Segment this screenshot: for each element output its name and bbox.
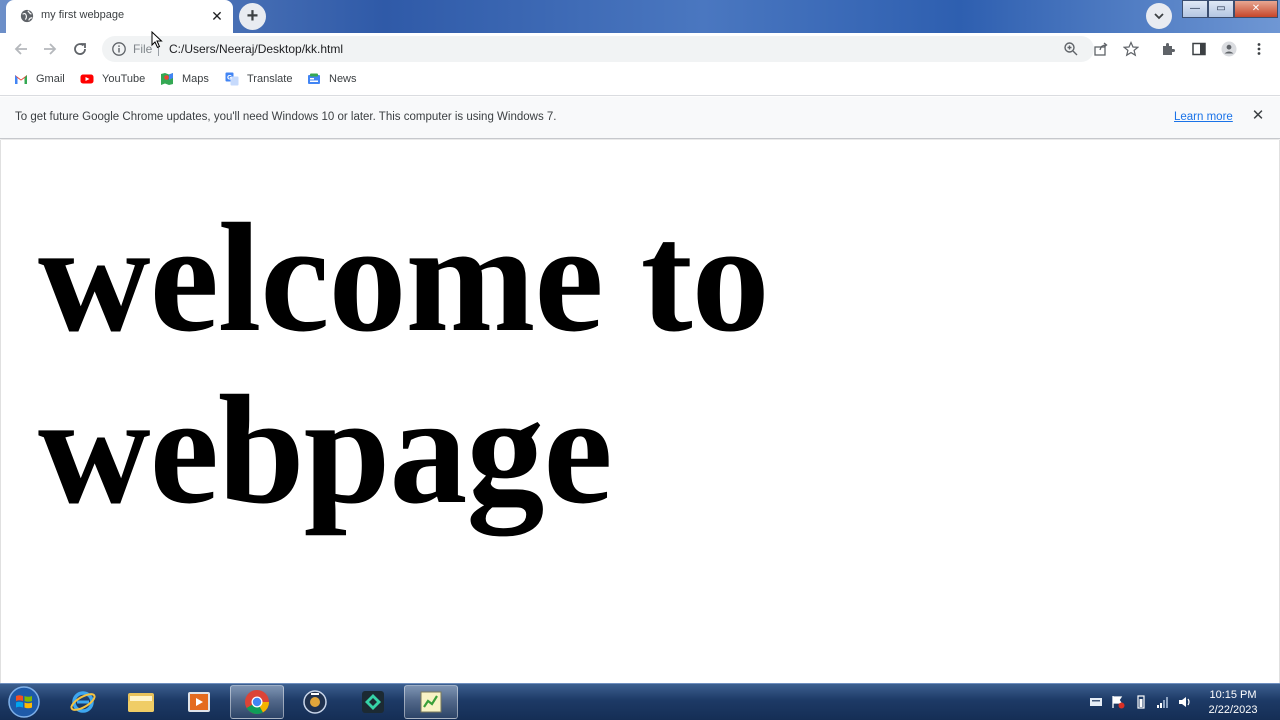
youtube-icon: [80, 74, 94, 84]
tab-close-icon[interactable]: ✕: [209, 8, 225, 24]
translate-icon: G: [225, 72, 239, 86]
profile-avatar-icon[interactable]: [1221, 41, 1237, 57]
address-bar[interactable]: File C:/Users/Neeraj/Desktop/kk.html: [102, 36, 1139, 62]
infobar-close-icon[interactable]: ✕: [1250, 108, 1266, 124]
gmail-icon: [15, 75, 27, 84]
page-content: welcome to webpage: [0, 140, 1280, 683]
back-arrow-icon[interactable]: [11, 39, 31, 59]
bookmark-youtube[interactable]: YouTube: [80, 71, 145, 87]
learn-more-link[interactable]: Learn more: [1174, 111, 1233, 123]
system-clock[interactable]: 10:15 PM 2/22/2023: [1198, 688, 1268, 718]
bookmark-news[interactable]: News: [307, 71, 357, 87]
taskbar-media-player[interactable]: [172, 685, 226, 719]
kebab-menu-icon[interactable]: [1251, 41, 1267, 57]
video-editor-icon: [362, 691, 384, 713]
bookmark-label: Gmail: [36, 73, 65, 85]
page-heading: welcome to webpage: [38, 191, 770, 536]
bookmark-label: Maps: [182, 73, 209, 85]
tab-title: my first webpage: [41, 9, 125, 21]
reload-icon[interactable]: [70, 39, 90, 59]
taskbar-internet-explorer[interactable]: [56, 685, 110, 719]
taskbar-filmora[interactable]: [346, 685, 400, 719]
address-url[interactable]: C:/Users/Neeraj/Desktop/kk.html: [169, 42, 343, 56]
windows-start-icon[interactable]: [4, 685, 44, 719]
taskbar-notepad-plus[interactable]: [404, 685, 458, 719]
taskbar-file-explorer[interactable]: [114, 685, 168, 719]
tab-strip: my first webpage ✕ + — ▭ ✕: [0, 0, 1280, 33]
bookmarks-bar: Gmail YouTube Maps G Translate News: [0, 64, 1280, 96]
internet-explorer-icon: [70, 691, 96, 713]
bookmark-star-icon[interactable]: [1123, 41, 1139, 57]
chevron-down-icon: [1154, 13, 1164, 20]
flag-alert-icon[interactable]: [1111, 695, 1125, 709]
forward-arrow-icon[interactable]: [40, 39, 60, 59]
windows-taskbar: 10:15 PM 2/22/2023: [0, 683, 1280, 720]
bookmark-label: Translate: [247, 73, 293, 85]
bookmark-maps[interactable]: Maps: [160, 71, 209, 87]
recorder-app-icon: [303, 690, 327, 714]
bookmark-label: News: [329, 73, 357, 85]
info-icon[interactable]: [111, 41, 127, 57]
bookmark-label: YouTube: [102, 73, 146, 85]
extensions-puzzle-icon[interactable]: [1161, 41, 1177, 57]
minimize-button[interactable]: —: [1182, 0, 1208, 18]
address-scheme-label: File: [133, 42, 153, 56]
taskbar-chrome[interactable]: [230, 685, 284, 719]
volume-speaker-icon[interactable]: [1178, 695, 1192, 709]
globe-icon: [20, 9, 34, 23]
browser-toolbar: File C:/Users/Neeraj/Desktop/kk.html: [0, 33, 1280, 64]
clock-date: 2/22/2023: [1208, 704, 1258, 716]
battery-icon[interactable]: [1134, 695, 1148, 709]
action-center-icon[interactable]: [1089, 695, 1103, 709]
maximize-button[interactable]: ▭: [1208, 0, 1234, 18]
update-infobar: To get future Google Chrome updates, you…: [0, 97, 1280, 139]
window-controls: — ▭ ✕: [1182, 0, 1278, 19]
mouse-cursor-icon: [151, 31, 163, 49]
svg-text:G: G: [227, 75, 232, 82]
network-signal-icon[interactable]: [1156, 695, 1170, 709]
clock-time: 10:15 PM: [1209, 689, 1257, 701]
taskbar-recorder-app[interactable]: [288, 685, 342, 719]
infobar-message: To get future Google Chrome updates, you…: [15, 111, 557, 123]
notepad-icon: [420, 691, 442, 713]
zoom-icon[interactable]: [1063, 41, 1079, 57]
new-tab-button[interactable]: +: [239, 3, 266, 30]
bookmark-gmail[interactable]: Gmail: [14, 71, 65, 87]
side-panel-icon[interactable]: [1191, 41, 1207, 57]
share-icon[interactable]: [1093, 41, 1109, 57]
news-icon: [308, 73, 320, 84]
folder-icon: [128, 693, 154, 712]
maps-icon: [161, 73, 173, 85]
tab-my-first-webpage[interactable]: my first webpage ✕: [6, 0, 233, 33]
media-player-icon: [188, 692, 210, 712]
tab-search-button[interactable]: [1146, 3, 1172, 29]
bookmark-translate[interactable]: G Translate: [225, 71, 292, 87]
close-window-button[interactable]: ✕: [1234, 0, 1278, 18]
chrome-icon: [245, 690, 269, 715]
